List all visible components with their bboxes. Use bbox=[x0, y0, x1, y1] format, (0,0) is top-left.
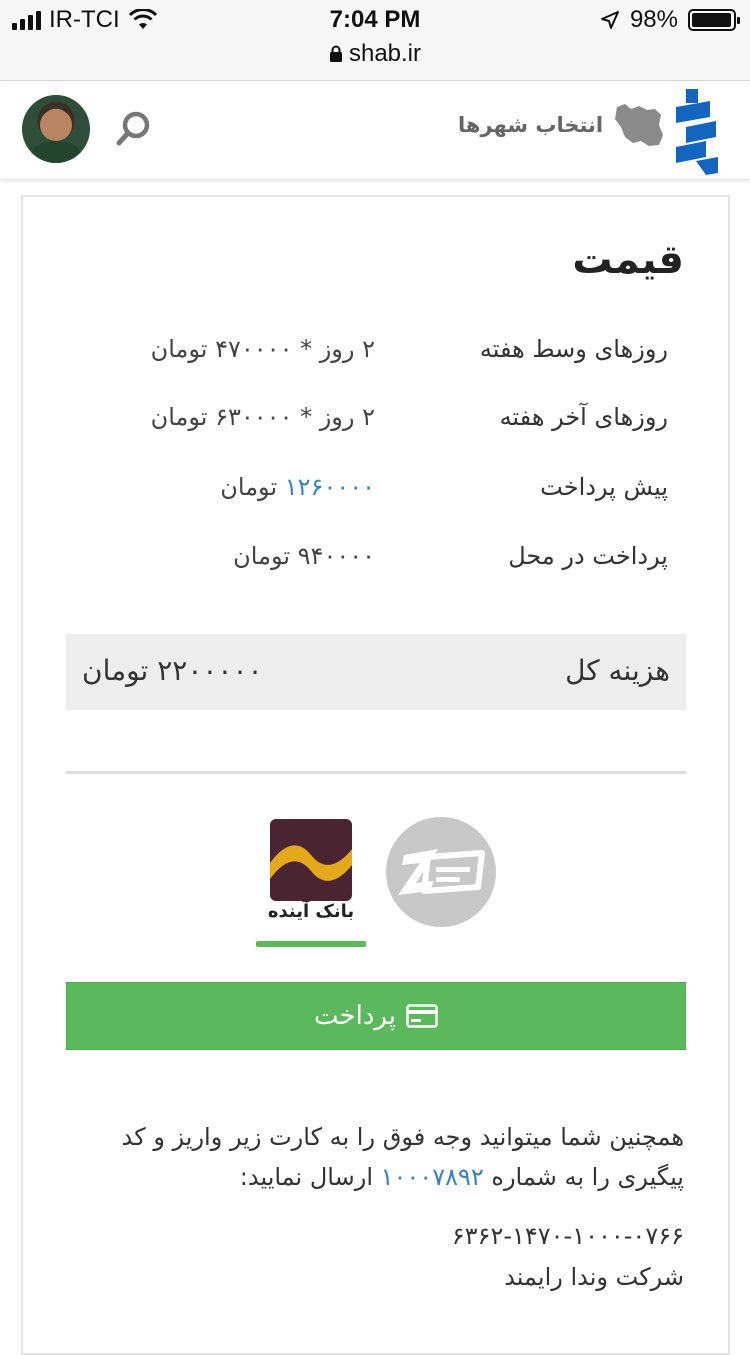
weekday-label: روزهای وسط هفته bbox=[479, 335, 668, 363]
card-number: ۶۳۶۲-۱۴۷۰-۱۰۰۰-۰۷۶۶ bbox=[451, 1222, 684, 1250]
zarinpal-gateway[interactable] bbox=[386, 817, 496, 927]
zarinpal-logo-icon bbox=[398, 849, 485, 895]
search-icon bbox=[116, 111, 150, 146]
avatar[interactable] bbox=[22, 95, 90, 163]
status-right: 98% bbox=[600, 6, 740, 34]
pay-button-label: پرداخت bbox=[314, 1001, 396, 1031]
credit-card-icon bbox=[406, 1004, 438, 1028]
onsite-payment-label: پرداخت در محل bbox=[508, 542, 668, 570]
iran-map-icon bbox=[615, 104, 664, 146]
price-card: قیمت روزهای وسط هفته ۲ روز * ۴۷۰۰۰۰ توما… bbox=[21, 195, 730, 1355]
selected-indicator bbox=[256, 941, 366, 947]
prepayment-unit: تومان bbox=[220, 473, 278, 501]
price-title: قیمت bbox=[572, 237, 684, 283]
lock-icon bbox=[329, 45, 342, 62]
note-text-after: ارسال نمایید: bbox=[239, 1163, 373, 1191]
prepayment-value: ۱۲۶۰۰۰۰ تومان bbox=[220, 473, 375, 501]
onsite-payment-value: ۹۴۰۰۰۰ تومان bbox=[233, 542, 375, 570]
tracking-phone-number[interactable]: ۱۰۰۰۷۸۹۲ bbox=[381, 1163, 484, 1191]
ayandeh-gateway[interactable]: بانک آینده bbox=[256, 817, 366, 947]
site-header: انتخاب شهرها bbox=[0, 81, 750, 179]
search-button[interactable] bbox=[112, 107, 156, 151]
card-transfer-note: همچنین شما میتوانید وجه فوق را به کارت ز… bbox=[62, 1117, 684, 1197]
location-arrow-icon bbox=[600, 11, 619, 29]
pay-button[interactable]: پرداخت bbox=[66, 982, 686, 1050]
total-value: ۲۲۰۰۰۰۰ تومان bbox=[82, 654, 263, 687]
prepayment-label: پیش پرداخت bbox=[540, 473, 668, 501]
city-select-button[interactable]: انتخاب شهرها bbox=[458, 101, 665, 149]
weekend-label: روزهای آخر هفته bbox=[499, 403, 668, 431]
status-bar: IR-TCI 7:04 PM shab.ir 98% bbox=[0, 0, 750, 81]
url-bar[interactable]: shab.ir bbox=[0, 40, 750, 68]
battery-percent: 98% bbox=[629, 6, 678, 33]
weekend-value: ۲ روز * ۶۳۰۰۰۰ تومان bbox=[150, 403, 375, 431]
weekday-value: ۲ روز * ۴۷۰۰۰۰ تومان bbox=[150, 335, 375, 363]
total-box: هزینه کل ۲۲۰۰۰۰۰ تومان bbox=[66, 634, 686, 710]
divider bbox=[66, 771, 686, 774]
total-label: هزینه کل bbox=[565, 654, 670, 687]
city-select-label: انتخاب شهرها bbox=[458, 113, 604, 137]
shab-logo[interactable] bbox=[676, 87, 720, 175]
company-name: شرکت وندا رایمند bbox=[504, 1263, 684, 1291]
battery-icon bbox=[688, 9, 740, 31]
ayandeh-logo-icon bbox=[270, 819, 352, 901]
url-text: shab.ir bbox=[348, 40, 422, 67]
ayandeh-text: بانک آینده bbox=[267, 901, 355, 922]
prepayment-amount: ۱۲۶۰۰۰۰ bbox=[284, 473, 375, 501]
